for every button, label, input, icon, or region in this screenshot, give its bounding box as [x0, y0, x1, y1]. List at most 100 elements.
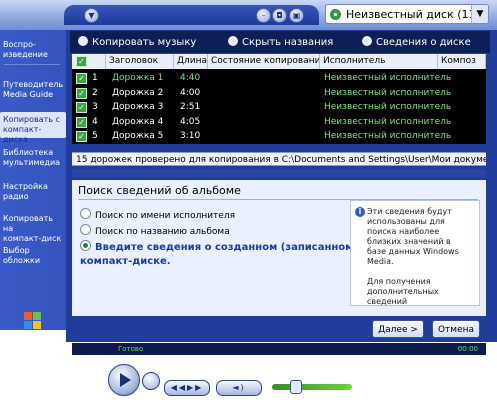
- column-composer-label: Композ: [441, 56, 476, 66]
- fullscreen-icon[interactable]: ▣: [289, 8, 304, 23]
- sidebar-item-radio-tuner[interactable]: Настройка радио: [3, 182, 63, 202]
- cell-num: 2: [92, 87, 98, 98]
- track-checkbox[interactable]: ✓: [76, 131, 87, 142]
- play-button-icon[interactable]: [108, 364, 140, 396]
- radio-label: Введите сведения о созданном (записанном…: [95, 242, 358, 253]
- sidebar-item-copy-to-cd[interactable]: Копировать на компакт-диск: [3, 214, 63, 244]
- radio-button-icon[interactable]: [80, 224, 91, 235]
- sidebar-item-label: Настройка радио: [3, 182, 48, 201]
- hide-names-button[interactable]: Скрыть названия: [228, 36, 333, 48]
- info-icon: i: [355, 207, 365, 217]
- column-copy-status-label: Состояние копирования: [211, 56, 320, 66]
- table-row[interactable]: ✓ 4 Дорожка 4 4:05 Неизвестный исполнитель: [72, 115, 486, 129]
- windows-logo-icon: [24, 312, 42, 330]
- prev-next-button-icon[interactable]: ◀◀▶▶: [164, 380, 210, 396]
- column-length-label: Длина: [177, 56, 208, 66]
- sidebar-item-label: Выбор обложки: [3, 246, 41, 265]
- cell-num: 4: [92, 116, 98, 127]
- table-row[interactable]: ✓ 5 Дорожка 5 3:10 Неизвестный исполнитель: [72, 129, 486, 143]
- radio-search-album[interactable]: Поиск по названию альбома: [80, 224, 230, 237]
- cell-length: 4:05: [180, 116, 201, 127]
- disc-info-label: Сведения о диске: [376, 37, 471, 48]
- table-row[interactable]: ✓ 1 Дорожка 1 4:40 Неизвестный исполнитель: [72, 71, 486, 85]
- cell-num: 3: [92, 102, 98, 112]
- copy-music-icon: [78, 36, 88, 46]
- radio-label: Поиск по имени исполнителя: [95, 211, 236, 221]
- cell-title: Дорожка 5: [112, 131, 164, 141]
- info-text: Эти сведения будут использованы для поис…: [367, 207, 459, 266]
- sidebar-item-label: Копировать на компакт-диск: [3, 214, 62, 243]
- sidebar-item-copy-from-cd[interactable]: Копировать с компакт-диска: [0, 112, 66, 144]
- stop-button-icon[interactable]: [142, 372, 160, 390]
- album-info-panel: Поиск сведений об альбоме Поиск по имени…: [72, 180, 486, 338]
- player-status-text: Готово: [118, 345, 144, 353]
- panel-title: Поиск сведений об альбоме: [78, 184, 241, 197]
- cd-toolbar: Копировать музыку Скрыть названия Сведен…: [70, 31, 490, 53]
- track-table: ✓ Заголовок Длина Состояние копирования …: [72, 54, 486, 144]
- cell-num: 1: [92, 73, 98, 83]
- cancel-button[interactable]: Отмена: [432, 320, 480, 338]
- info-box: i Эти сведения будут использованы для по…: [350, 200, 480, 306]
- sidebar-separator: [4, 64, 60, 65]
- table-header: ✓ Заголовок Длина Состояние копирования …: [72, 54, 486, 69]
- radio-button-icon[interactable]: [80, 208, 91, 219]
- select-all-checkbox[interactable]: ✓: [76, 56, 87, 67]
- header-checkbox[interactable]: ✓: [72, 54, 106, 69]
- wmp-window: ▼ – ◘ ▣ Неизвестный диск (11.12. ▼ Воспр…: [0, 0, 497, 408]
- table-row[interactable]: ✓ 3 Дорожка 3 2:51 Неизвестный исполнитель: [72, 100, 486, 114]
- player-status-bar: Готово 00:00: [72, 343, 486, 355]
- cell-title: Дорожка 4: [112, 116, 164, 127]
- sidebar-item-media-library[interactable]: Библиотека мультимедиа: [3, 148, 63, 168]
- disc-info-icon: [362, 36, 372, 46]
- track-checkbox[interactable]: ✓: [76, 102, 87, 113]
- player-controls: ◀◀▶▶ ◄): [90, 356, 400, 408]
- cd-icon: [330, 9, 341, 20]
- cell-length: 4:00: [180, 87, 201, 98]
- sidebar-item-skin-chooser[interactable]: Выбор обложки: [3, 246, 63, 266]
- track-checkbox[interactable]: ✓: [76, 87, 87, 99]
- mute-button-icon[interactable]: ◄): [216, 380, 262, 396]
- cell-artist: Неизвестный исполнитель: [324, 73, 452, 83]
- column-title[interactable]: Заголовок: [106, 54, 174, 69]
- radio-search-artist[interactable]: Поиск по имени исполнителя: [80, 208, 235, 221]
- track-checkbox[interactable]: ✓: [76, 116, 87, 128]
- radio-label: Поиск по названию альбома: [95, 227, 230, 237]
- copy-music-button[interactable]: Копировать музыку: [78, 36, 196, 48]
- volume-slider[interactable]: [272, 384, 352, 390]
- sidebar-item-media-guide[interactable]: Путеводитель Media Guide: [3, 80, 63, 100]
- title-bar: ▼ – ◘ ▣ Неизвестный диск (11.12. ▼: [0, 0, 497, 30]
- disc-selector[interactable]: Неизвестный диск (11.12. ▼: [325, 4, 489, 24]
- radio-button-icon[interactable]: [80, 240, 91, 251]
- sidebar-item-label: Воспро- изведение: [3, 40, 48, 59]
- dropdown-arrow-icon[interactable]: ▼: [471, 5, 488, 23]
- sidebar-item-label: Путеводитель Media Guide: [3, 80, 64, 99]
- column-length[interactable]: Длина: [174, 54, 208, 69]
- menu-toggle-icon[interactable]: ▼: [84, 8, 99, 23]
- skin-mode-icon[interactable]: ◘: [272, 8, 287, 23]
- mini-mode-icon[interactable]: –: [256, 8, 271, 23]
- disc-info-button[interactable]: Сведения о диске: [362, 36, 471, 48]
- column-composer[interactable]: Композ: [438, 54, 486, 69]
- sidebar-item-label: Копировать с компакт-диска: [3, 115, 60, 144]
- sidebar-item-label: Библиотека мультимедиа: [3, 148, 61, 167]
- cell-length: 4:40: [180, 73, 201, 83]
- column-artist-label: Исполнитель: [323, 56, 386, 66]
- volume-knob[interactable]: [290, 380, 302, 394]
- radio-enter-info[interactable]: Введите сведения о созданном (записанном…: [80, 240, 358, 253]
- radio-label-continuation: компакт-диске.: [80, 256, 171, 267]
- sidebar-item-now-playing[interactable]: Воспро- изведение: [3, 40, 63, 60]
- next-button[interactable]: Далее >: [372, 320, 424, 338]
- hide-names-label: Скрыть названия: [242, 37, 334, 48]
- cell-length: 3:10: [180, 131, 201, 141]
- cell-title: Дорожка 1: [112, 73, 164, 83]
- table-row[interactable]: ✓ 2 Дорожка 2 4:00 Неизвестный исполнитель: [72, 86, 486, 100]
- hide-names-icon: [228, 36, 238, 46]
- copy-status-line: 15 дорожек проверено для копирования в C…: [72, 152, 486, 166]
- splitter-bar[interactable]: [72, 169, 486, 177]
- player-time: 00:00: [457, 345, 478, 353]
- column-artist[interactable]: Исполнитель: [320, 54, 438, 69]
- cell-artist: Неизвестный исполнитель: [324, 102, 452, 112]
- track-checkbox[interactable]: ✓: [76, 73, 87, 84]
- column-copy-status[interactable]: Состояние копирования: [208, 54, 320, 69]
- info-text-more: Для получения дополнительных сведений: [367, 277, 439, 306]
